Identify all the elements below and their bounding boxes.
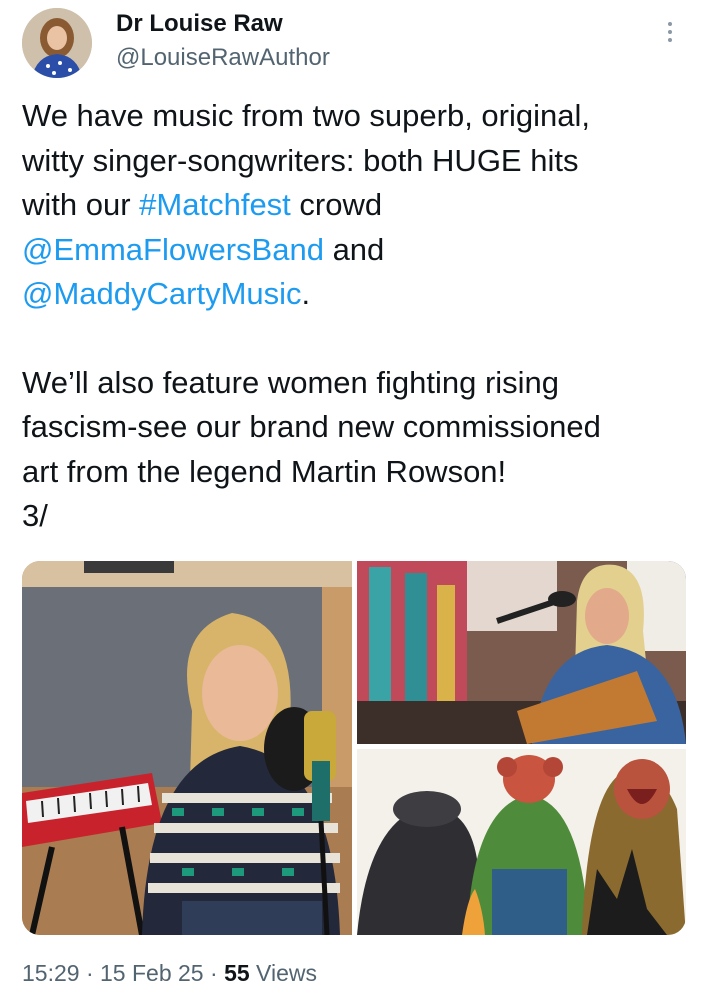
tweet-line: fascism-see our brand new commissioned bbox=[22, 409, 601, 444]
tweet-line: We’ll also feature women fighting rising bbox=[22, 364, 560, 400]
media-photo-singer[interactable] bbox=[22, 561, 352, 935]
tweet-meta: 15:29 · 15 Feb 25 · 55 Views bbox=[22, 960, 317, 987]
views-label: Views bbox=[249, 960, 317, 986]
hashtag-link[interactable]: #Matchfest bbox=[139, 187, 291, 222]
meta-separator: · bbox=[203, 960, 225, 986]
tweet-line: @MaddyCartyMusic. bbox=[22, 272, 692, 317]
media-photo-guitarist[interactable] bbox=[357, 561, 686, 744]
tweet-date[interactable]: 15 Feb 25 bbox=[100, 960, 204, 986]
tweet-time[interactable]: 15:29 bbox=[22, 960, 80, 986]
tweet-line: with our #Matchfest crowd bbox=[22, 183, 692, 228]
more-options-icon[interactable] bbox=[658, 18, 682, 58]
tweet-text-segment: with our bbox=[22, 187, 140, 222]
author-name[interactable]: Dr Louise Raw bbox=[116, 10, 283, 38]
tweet-text-segment: crowd bbox=[290, 187, 383, 222]
author-handle[interactable]: @LouiseRawAuthor bbox=[116, 44, 330, 72]
tweet-line: @EmmaFlowersBand and bbox=[22, 228, 692, 273]
meta-separator: · bbox=[79, 960, 101, 986]
author-avatar[interactable] bbox=[22, 8, 92, 78]
media-grid bbox=[22, 561, 686, 935]
tweet-text-segment: . bbox=[301, 276, 311, 311]
tweet-text-segment: and bbox=[323, 231, 385, 267]
tweet-line: witty singer-songwriters: both HUGE hits bbox=[22, 142, 579, 178]
tweet-line: art from the legend Martin Rowson! bbox=[22, 453, 507, 489]
tweet-text: We have music from two superb, original,… bbox=[22, 94, 692, 539]
media-cartoon-art[interactable] bbox=[357, 749, 686, 935]
mention-link[interactable]: @MaddyCartyMusic bbox=[22, 276, 302, 311]
tweet-line: We have music from two superb, original, bbox=[22, 98, 590, 133]
mention-link[interactable]: @EmmaFlowersBand bbox=[22, 232, 324, 267]
views-count[interactable]: 55 bbox=[224, 960, 250, 986]
thread-marker: 3/ bbox=[22, 498, 48, 533]
